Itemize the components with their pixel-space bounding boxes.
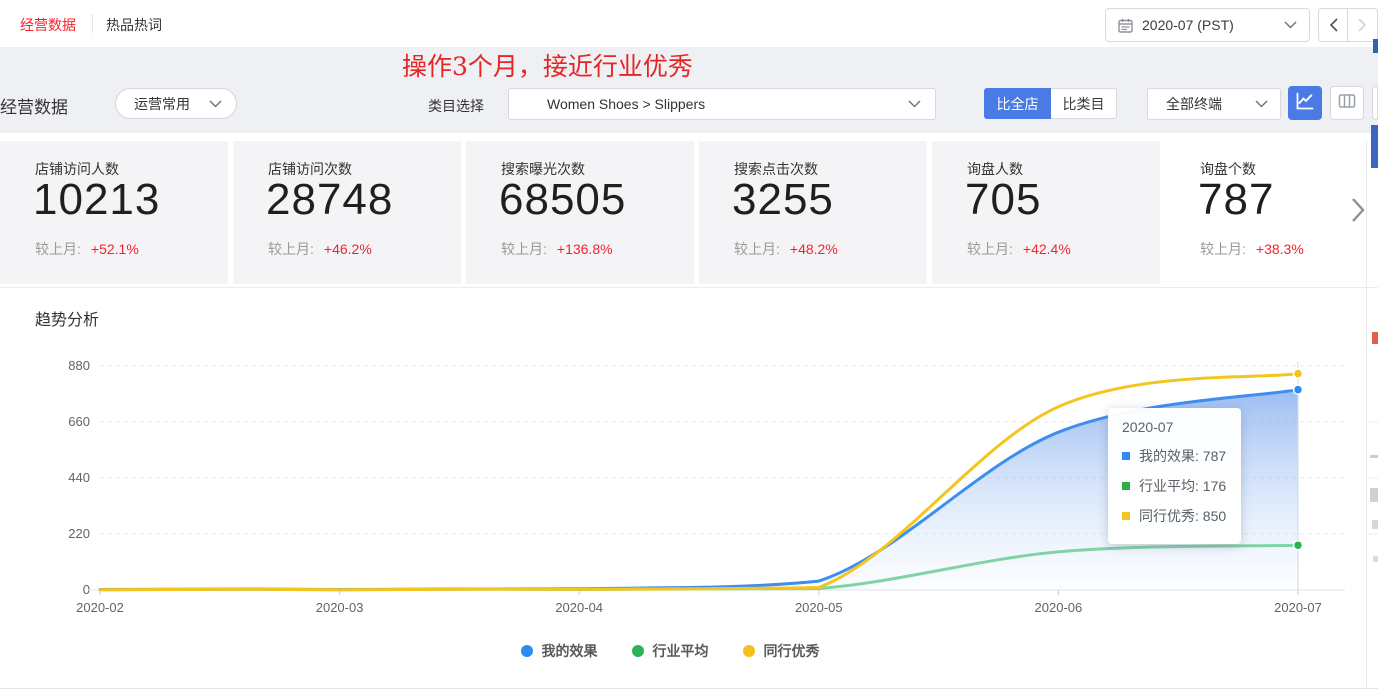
tooltip-item: 我的效果: 787 bbox=[1122, 441, 1227, 471]
compare-category-button[interactable]: 比类目 bbox=[1051, 88, 1117, 119]
legend-item[interactable]: 行业平均 bbox=[632, 641, 709, 661]
svg-text:440: 440 bbox=[68, 470, 90, 485]
stat-change: 较上月:+38.3% bbox=[1200, 239, 1304, 259]
svg-text:2020-06: 2020-06 bbox=[1035, 600, 1083, 615]
next-month-button[interactable] bbox=[1348, 8, 1378, 42]
compare-toggle: 比全店 比类目 bbox=[984, 88, 1117, 119]
stat-change: 较上月:+136.8% bbox=[501, 239, 613, 259]
chart-tooltip: 2020-07 我的效果: 787 行业平均: 176 同行优秀: 850 bbox=[1108, 408, 1241, 544]
edge-fragment bbox=[1371, 125, 1378, 168]
svg-text:660: 660 bbox=[68, 414, 90, 429]
tooltip-item: 同行优秀: 850 bbox=[1122, 501, 1227, 531]
annotation-note: 操作3个月，接近行业优秀 bbox=[402, 47, 693, 83]
tab-divider bbox=[92, 14, 93, 33]
tab-business-data[interactable]: 经营数据 bbox=[20, 15, 76, 35]
stat-change: 较上月:+48.2% bbox=[734, 239, 838, 259]
edge-fragment bbox=[1372, 520, 1378, 529]
stat-value: 28748 bbox=[266, 175, 393, 225]
stat-value: 3255 bbox=[732, 175, 834, 225]
stat-card-inquirers[interactable]: 询盘人数 705 较上月:+42.4% bbox=[932, 141, 1160, 284]
stat-card-clicks[interactable]: 搜索点击次数 3255 较上月:+48.2% bbox=[699, 141, 927, 284]
stat-card-inquiries[interactable]: 询盘个数 787 较上月:+38.3% bbox=[1165, 141, 1335, 284]
series-marker-industry-avg bbox=[1122, 482, 1130, 490]
filters-toolbar: 操作3个月，接近行业优秀 经营数据 运营常用 类目选择 Women Shoes … bbox=[0, 47, 1378, 133]
edge-fragment bbox=[1370, 488, 1378, 502]
chevron-down-icon bbox=[1255, 100, 1268, 108]
section-title: 经营数据 bbox=[0, 93, 68, 118]
legend-dot-icon bbox=[743, 645, 755, 657]
stat-card-impressions[interactable]: 搜索曝光次数 68505 较上月:+136.8% bbox=[466, 141, 694, 284]
legend-label: 行业平均 bbox=[653, 641, 709, 661]
prev-month-button[interactable] bbox=[1318, 8, 1348, 42]
category-dropdown[interactable]: Women Shoes > Slippers bbox=[508, 88, 936, 120]
month-nav bbox=[1318, 8, 1378, 42]
category-label: 类目选择 bbox=[428, 96, 484, 116]
svg-text:2020-02: 2020-02 bbox=[76, 600, 124, 615]
calendar-icon bbox=[1118, 18, 1133, 33]
chart-legend: 我的效果 行业平均 同行优秀 bbox=[0, 641, 1340, 661]
line-chart-view-button[interactable] bbox=[1288, 86, 1322, 120]
chevron-down-icon bbox=[1284, 21, 1297, 29]
preset-dropdown-value: 运营常用 bbox=[134, 94, 190, 114]
stat-cards-row: 店铺访问人数 10213 较上月:+52.1% 店铺访问次数 28748 较上月… bbox=[0, 141, 1378, 284]
series-marker-mine bbox=[1122, 452, 1130, 460]
stat-card-visitors[interactable]: 店铺访问人数 10213 较上月:+52.1% bbox=[0, 141, 228, 284]
compare-whole-shop-button[interactable]: 比全店 bbox=[984, 88, 1051, 119]
legend-item[interactable]: 同行优秀 bbox=[743, 641, 820, 661]
edge-fragment bbox=[1373, 556, 1378, 562]
svg-text:2020-07: 2020-07 bbox=[1274, 600, 1322, 615]
seller-analytics-dashboard: 经营数据 热品热词 2020-07 (PST) 操作3个月，接近行业优秀 经营数… bbox=[0, 0, 1378, 689]
terminal-dropdown[interactable]: 全部终端 bbox=[1147, 88, 1281, 120]
table-view-button[interactable] bbox=[1330, 86, 1364, 120]
stat-value: 68505 bbox=[499, 175, 626, 225]
legend-dot-icon bbox=[632, 645, 644, 657]
cards-next-button[interactable] bbox=[1335, 141, 1366, 284]
stat-change: 较上月:+46.2% bbox=[268, 239, 372, 259]
series-marker-industry-best bbox=[1122, 512, 1130, 520]
stat-card-visits[interactable]: 店铺访问次数 28748 较上月:+46.2% bbox=[233, 141, 461, 284]
top-header: 经营数据 热品热词 2020-07 (PST) bbox=[0, 0, 1378, 47]
line-chart-icon bbox=[1295, 91, 1315, 116]
stat-value: 787 bbox=[1198, 175, 1274, 225]
columns-table-icon bbox=[1337, 91, 1357, 116]
month-picker-value: 2020-07 (PST) bbox=[1142, 17, 1234, 33]
tooltip-item: 行业平均: 176 bbox=[1122, 471, 1227, 501]
right-edge-divider bbox=[1366, 141, 1367, 689]
tooltip-title: 2020-07 bbox=[1122, 419, 1227, 435]
preset-dropdown[interactable]: 运营常用 bbox=[115, 88, 237, 119]
svg-text:2020-05: 2020-05 bbox=[795, 600, 843, 615]
stat-change: 较上月:+42.4% bbox=[967, 239, 1071, 259]
legend-label: 同行优秀 bbox=[764, 641, 820, 661]
chevron-right-icon bbox=[1351, 197, 1365, 228]
svg-text:880: 880 bbox=[68, 358, 90, 373]
edge-fragment bbox=[1373, 39, 1378, 53]
legend-dot-icon bbox=[521, 645, 533, 657]
category-dropdown-value: Women Shoes > Slippers bbox=[547, 96, 705, 112]
legend-item[interactable]: 我的效果 bbox=[521, 641, 598, 661]
extra-view-button[interactable] bbox=[1372, 86, 1378, 120]
svg-text:2020-04: 2020-04 bbox=[555, 600, 603, 615]
stat-change: 较上月:+52.1% bbox=[35, 239, 139, 259]
legend-label: 我的效果 bbox=[542, 641, 598, 661]
svg-text:220: 220 bbox=[68, 526, 90, 541]
edge-fragment bbox=[1372, 332, 1378, 344]
tab-hot-keywords[interactable]: 热品热词 bbox=[106, 15, 162, 35]
chevron-down-icon bbox=[209, 100, 222, 108]
terminal-dropdown-value: 全部终端 bbox=[1166, 94, 1222, 114]
month-picker[interactable]: 2020-07 (PST) bbox=[1105, 8, 1310, 42]
stat-value: 705 bbox=[965, 175, 1041, 225]
svg-text:2020-03: 2020-03 bbox=[316, 600, 364, 615]
chevron-down-icon bbox=[908, 100, 921, 108]
edge-fragment bbox=[1370, 455, 1378, 458]
stat-value: 10213 bbox=[33, 175, 160, 225]
